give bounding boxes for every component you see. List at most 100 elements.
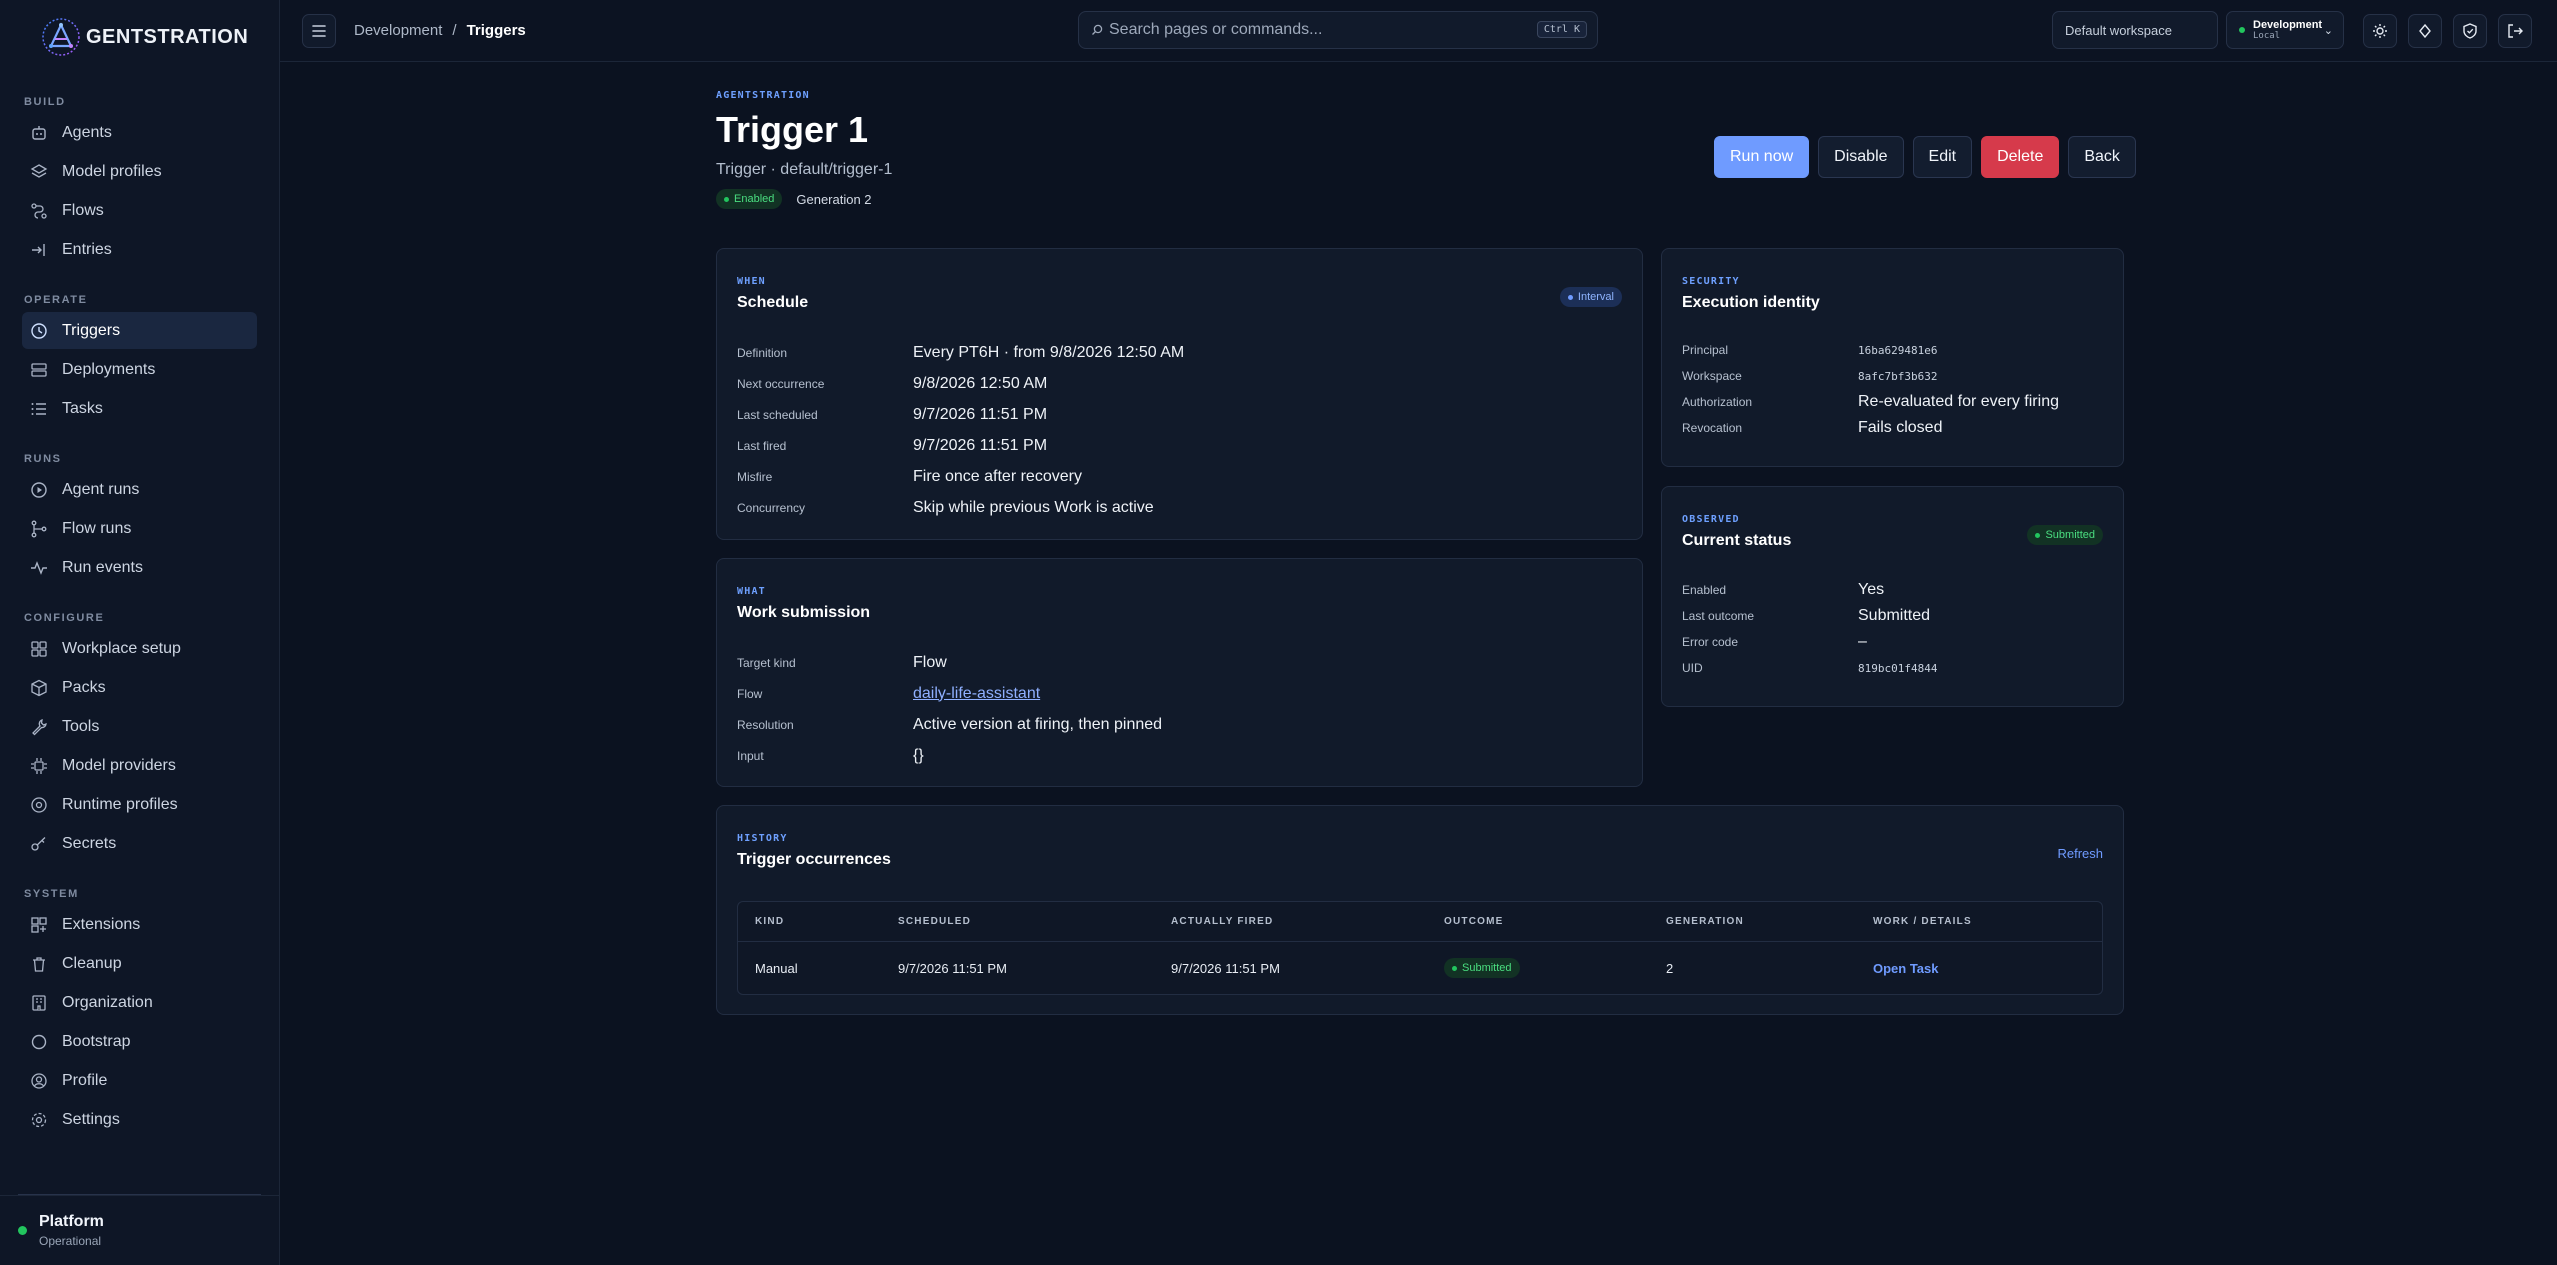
theme-toggle-button[interactable] [2363,14,2397,48]
detail-label: Misfire [737,469,773,484]
sidebar-item-flow-runs[interactable]: Flow runs [22,510,257,547]
trash-icon [30,955,48,973]
sidebar-item-cleanup[interactable]: Cleanup [22,945,257,982]
run-now-button[interactable]: Run now [1714,136,1810,178]
generation-label: Generation 2 [796,191,872,207]
nav-heading: RUNS [24,453,62,465]
detail-label: Flow [737,686,763,701]
breadcrumb-current: Triggers [466,22,526,39]
work-card: WHAT Work submission Target kind Flow Flow… [716,558,1643,787]
column-header: ACTUALLY FIRED [1171,916,1274,927]
sidebar-item-organization[interactable]: Organization [22,984,257,1021]
cell-scheduled: 9/7/2026 11:51 PM [898,960,1007,976]
menu-toggle-button[interactable] [302,14,336,48]
sidebar-item-runtime-profiles[interactable]: Runtime profiles [22,786,257,823]
interval-badge: Interval [1559,287,1622,307]
page-title: Trigger 1 [716,109,869,150]
status-badges: Enabled Generation 2 [716,189,892,209]
sidebar-item-deployments[interactable]: Deployments [22,351,257,388]
status-dot [18,1226,27,1235]
breadcrumb-separator: / [452,22,457,39]
page-eyebrow: AGENTSTRATION [716,90,810,101]
column-header: KIND [755,916,785,927]
sidebar-item-flows[interactable]: Flows [22,192,257,229]
detail-row: UID 819bc01f4844 [1682,655,2103,681]
back-button[interactable]: Back [2068,136,2136,178]
table-header: KIND SCHEDULED ACTUALLY FIRED OUTCOME GE… [738,902,2102,942]
detail-value: 9/7/2026 11:51 PM [913,405,1048,423]
chip-icon [30,757,48,775]
card-title: Schedule [737,294,809,311]
sidebar-item-settings[interactable]: Settings [22,1101,257,1138]
sidebar-item-agent-runs[interactable]: Agent runs [22,471,257,508]
sidebar-item-tools[interactable]: Tools [22,708,257,745]
branch-icon [30,520,48,538]
refresh-link[interactable]: Refresh [2057,846,2103,861]
sidebar-item-model-providers[interactable]: Model providers [22,747,257,784]
nav-group-build: BUILD Agents Model profiles Flows Entries [0,86,279,268]
environment-select[interactable]: Development Local ⌄ [2226,11,2344,49]
sidebar-item-workplace-setup[interactable]: Workplace setup [22,630,257,667]
platform-name: Platform [39,1213,104,1230]
delete-button[interactable]: Delete [1981,136,2060,178]
sidebar-item-label: Triggers [62,321,121,339]
server-icon [30,796,48,814]
nav-group-runs: RUNS Agent runs Flow runs Run events [0,443,279,586]
sidebar-item-model-profiles[interactable]: Model profiles [22,153,257,190]
detail-row: Misfire Fire once after recovery [737,461,1622,492]
detail-label: Last scheduled [737,407,818,422]
sun-icon [2373,24,2387,38]
nav-heading: OPERATE [24,294,88,306]
sidebar-item-agents[interactable]: Agents [22,114,257,151]
sidebar-item-label: Deployments [62,360,156,378]
sidebar-item-packs[interactable]: Packs [22,669,257,706]
detail-row: Concurrency Skip while previous Work is a… [737,492,1622,523]
detail-value: Active version at firing, then pinned [913,715,1163,733]
security-button[interactable] [2453,14,2487,48]
agent-icon [30,124,48,142]
detail-row: Last scheduled 9/7/2026 11:51 PM [737,399,1622,430]
platform-state: Operational [39,1234,102,1248]
breadcrumb: Development / Triggers [354,22,526,39]
detail-value: Skip while previous Work is active [913,498,1154,516]
cell-fired: 9/7/2026 11:51 PM [1171,960,1280,976]
card-title: Work submission [737,604,871,621]
workspace-select[interactable]: Default workspace [2052,11,2218,49]
sidebar-item-label: Flows [62,201,104,219]
diamond-button[interactable] [2408,14,2442,48]
detail-value: 819bc01f4844 [1858,661,1938,675]
sidebar-item-bootstrap[interactable]: Bootstrap [22,1023,257,1060]
sidebar-item-label: Settings [62,1110,120,1128]
breadcrumb-development[interactable]: Development [354,22,442,39]
command-search[interactable]: Search pages or commands... Ctrl K [1078,11,1598,49]
sidebar-item-extensions[interactable]: Extensions [22,906,257,943]
sidebar-item-entries[interactable]: Entries [22,231,257,268]
sidebar-item-run-events[interactable]: Run events [22,549,257,586]
brand[interactable]: GENTSTRATION [0,0,279,74]
card-eyebrow: HISTORY [737,833,788,844]
platform-status[interactable]: Platform Operational [0,1195,280,1265]
sidebar-item-profile[interactable]: Profile [22,1062,257,1099]
chevron-down-icon: ⌄ [2323,25,2333,37]
disable-button[interactable]: Disable [1818,136,1904,178]
sidebar-item-label: Model providers [62,756,176,774]
flow-link[interactable]: daily-life-assistant [913,685,1040,703]
nav-group-configure: CONFIGURE Workplace setup Packs Tools Model … [0,602,279,862]
column-header: SCHEDULED [898,916,972,927]
sidebar-item-tasks[interactable]: Tasks [22,390,257,427]
nav-group-system: SYSTEM Extensions Cleanup Organization Boots… [0,878,279,1138]
table-row[interactable]: Manual 9/7/2026 11:51 PM 9/7/2026 11:51 … [738,942,2102,994]
detail-row: Enabled Yes [1682,577,2103,603]
gear-icon [30,1111,48,1129]
sidebar-item-label: Extensions [62,915,141,933]
env-sub: Local [2253,30,2281,41]
card-eyebrow: WHAT [737,586,766,597]
open-task-link[interactable]: Open Task [1873,961,1939,976]
nav-group-operate: OPERATE Triggers Deployments Tasks [0,284,279,427]
logout-button[interactable] [2498,14,2532,48]
edit-button[interactable]: Edit [1912,136,1973,178]
detail-value: Submitted [1858,607,1931,624]
work-details: Target kind Flow Flow daily-life-assistant R… [737,647,1622,771]
sidebar-item-triggers[interactable]: Triggers [22,312,257,349]
sidebar-item-secrets[interactable]: Secrets [22,825,257,862]
